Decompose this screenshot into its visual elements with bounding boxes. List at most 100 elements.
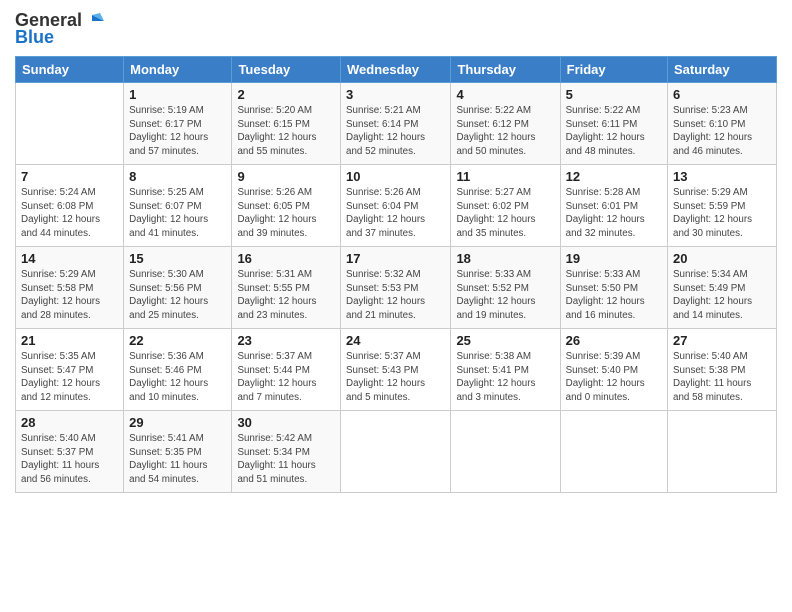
calendar-day-cell: 26 Sunrise: 5:39 AM Sunset: 5:40 PM Dayli… <box>560 329 667 411</box>
day-info: Sunrise: 5:30 AM Sunset: 5:56 PM Dayligh… <box>129 268 226 323</box>
day-of-week-header: Monday <box>124 57 232 83</box>
day-info: Sunrise: 5:29 AM Sunset: 5:59 PM Dayligh… <box>673 186 771 241</box>
day-info: Sunrise: 5:26 AM Sunset: 6:04 PM Dayligh… <box>346 186 445 241</box>
day-number: 18 <box>456 251 554 266</box>
logo-text-block: General Blue <box>15 10 104 48</box>
calendar-week-row: 14 Sunrise: 5:29 AM Sunset: 5:58 PM Dayli… <box>16 247 777 329</box>
main-container: General Blue SundayMondayTuesdayWednesda… <box>0 0 792 503</box>
day-number: 7 <box>21 169 118 184</box>
day-of-week-header: Tuesday <box>232 57 341 83</box>
logo: General Blue <box>15 10 104 48</box>
calendar-day-cell: 4Sunrise: 5:22 AM Sunset: 6:12 PM Daylig… <box>451 83 560 165</box>
day-info: Sunrise: 5:25 AM Sunset: 6:07 PM Dayligh… <box>129 186 226 241</box>
day-number: 27 <box>673 333 771 348</box>
day-info: Sunrise: 5:23 AM Sunset: 6:10 PM Dayligh… <box>673 104 771 159</box>
day-info: Sunrise: 5:26 AM Sunset: 6:05 PM Dayligh… <box>237 186 335 241</box>
day-info: Sunrise: 5:32 AM Sunset: 5:53 PM Dayligh… <box>346 268 445 323</box>
day-info: Sunrise: 5:36 AM Sunset: 5:46 PM Dayligh… <box>129 350 226 405</box>
day-info: Sunrise: 5:37 AM Sunset: 5:43 PM Dayligh… <box>346 350 445 405</box>
day-of-week-header: Sunday <box>16 57 124 83</box>
day-info: Sunrise: 5:33 AM Sunset: 5:50 PM Dayligh… <box>566 268 662 323</box>
day-number: 20 <box>673 251 771 266</box>
day-number: 10 <box>346 169 445 184</box>
calendar-day-cell: 14 Sunrise: 5:29 AM Sunset: 5:58 PM Dayli… <box>16 247 124 329</box>
day-info: Sunrise: 5:22 AM Sunset: 6:11 PM Dayligh… <box>566 104 662 159</box>
calendar-day-cell: 6Sunrise: 5:23 AM Sunset: 6:10 PM Daylig… <box>668 83 777 165</box>
calendar-day-cell: 7 Sunrise: 5:24 AM Sunset: 6:08 PM Daylig… <box>16 165 124 247</box>
calendar-week-row: 21 Sunrise: 5:35 AM Sunset: 5:47 PM Dayli… <box>16 329 777 411</box>
calendar-day-cell: 8 Sunrise: 5:25 AM Sunset: 6:07 PM Daylig… <box>124 165 232 247</box>
day-number: 17 <box>346 251 445 266</box>
day-info: Sunrise: 5:21 AM Sunset: 6:14 PM Dayligh… <box>346 104 445 159</box>
calendar-table: SundayMondayTuesdayWednesdayThursdayFrid… <box>15 56 777 493</box>
calendar-day-cell: 15 Sunrise: 5:30 AM Sunset: 5:56 PM Dayli… <box>124 247 232 329</box>
day-number: 24 <box>346 333 445 348</box>
header: General Blue <box>15 10 777 48</box>
day-info: Sunrise: 5:42 AM Sunset: 5:34 PM Dayligh… <box>237 432 335 487</box>
calendar-day-cell: 10 Sunrise: 5:26 AM Sunset: 6:04 PM Dayli… <box>341 165 451 247</box>
calendar-week-row: 7 Sunrise: 5:24 AM Sunset: 6:08 PM Daylig… <box>16 165 777 247</box>
day-number: 23 <box>237 333 335 348</box>
calendar-day-cell: 9 Sunrise: 5:26 AM Sunset: 6:05 PM Daylig… <box>232 165 341 247</box>
logo-blue: Blue <box>15 27 54 48</box>
calendar-day-cell: 24 Sunrise: 5:37 AM Sunset: 5:43 PM Dayli… <box>341 329 451 411</box>
day-info: Sunrise: 5:40 AM Sunset: 5:38 PM Dayligh… <box>673 350 771 405</box>
calendar-day-cell: 19 Sunrise: 5:33 AM Sunset: 5:50 PM Dayli… <box>560 247 667 329</box>
calendar-day-cell: 12 Sunrise: 5:28 AM Sunset: 6:01 PM Dayli… <box>560 165 667 247</box>
day-number: 28 <box>21 415 118 430</box>
day-info: Sunrise: 5:28 AM Sunset: 6:01 PM Dayligh… <box>566 186 662 241</box>
day-info: Sunrise: 5:34 AM Sunset: 5:49 PM Dayligh… <box>673 268 771 323</box>
day-number: 1 <box>129 87 226 102</box>
calendar-day-cell: 21 Sunrise: 5:35 AM Sunset: 5:47 PM Dayli… <box>16 329 124 411</box>
day-info: Sunrise: 5:19 AM Sunset: 6:17 PM Dayligh… <box>129 104 226 159</box>
day-number: 19 <box>566 251 662 266</box>
day-number: 3 <box>346 87 445 102</box>
day-number: 4 <box>456 87 554 102</box>
calendar-day-cell: 30 Sunrise: 5:42 AM Sunset: 5:34 PM Dayli… <box>232 411 341 493</box>
day-number: 14 <box>21 251 118 266</box>
day-number: 22 <box>129 333 226 348</box>
day-number: 9 <box>237 169 335 184</box>
calendar-day-cell: 29 Sunrise: 5:41 AM Sunset: 5:35 PM Dayli… <box>124 411 232 493</box>
calendar-day-cell: 20 Sunrise: 5:34 AM Sunset: 5:49 PM Dayli… <box>668 247 777 329</box>
day-info: Sunrise: 5:24 AM Sunset: 6:08 PM Dayligh… <box>21 186 118 241</box>
day-number: 16 <box>237 251 335 266</box>
day-number: 30 <box>237 415 335 430</box>
calendar-week-row: 28 Sunrise: 5:40 AM Sunset: 5:37 PM Dayli… <box>16 411 777 493</box>
day-number: 21 <box>21 333 118 348</box>
calendar-day-cell: 25Sunrise: 5:38 AM Sunset: 5:41 PM Dayli… <box>451 329 560 411</box>
day-info: Sunrise: 5:39 AM Sunset: 5:40 PM Dayligh… <box>566 350 662 405</box>
calendar-day-cell <box>341 411 451 493</box>
calendar-day-cell <box>560 411 667 493</box>
day-number: 25 <box>456 333 554 348</box>
day-number: 12 <box>566 169 662 184</box>
day-info: Sunrise: 5:20 AM Sunset: 6:15 PM Dayligh… <box>237 104 335 159</box>
calendar-day-cell <box>451 411 560 493</box>
day-info: Sunrise: 5:29 AM Sunset: 5:58 PM Dayligh… <box>21 268 118 323</box>
day-of-week-header: Wednesday <box>341 57 451 83</box>
calendar-week-row: 1 Sunrise: 5:19 AM Sunset: 6:17 PM Daylig… <box>16 83 777 165</box>
day-info: Sunrise: 5:41 AM Sunset: 5:35 PM Dayligh… <box>129 432 226 487</box>
day-number: 29 <box>129 415 226 430</box>
day-number: 8 <box>129 169 226 184</box>
calendar-day-cell: 17 Sunrise: 5:32 AM Sunset: 5:53 PM Dayli… <box>341 247 451 329</box>
calendar-header-row: SundayMondayTuesdayWednesdayThursdayFrid… <box>16 57 777 83</box>
day-info: Sunrise: 5:33 AM Sunset: 5:52 PM Dayligh… <box>456 268 554 323</box>
day-number: 26 <box>566 333 662 348</box>
day-number: 2 <box>237 87 335 102</box>
calendar-day-cell: 5 Sunrise: 5:22 AM Sunset: 6:11 PM Daylig… <box>560 83 667 165</box>
calendar-day-cell: 1 Sunrise: 5:19 AM Sunset: 6:17 PM Daylig… <box>124 83 232 165</box>
day-info: Sunrise: 5:31 AM Sunset: 5:55 PM Dayligh… <box>237 268 335 323</box>
day-number: 13 <box>673 169 771 184</box>
day-number: 5 <box>566 87 662 102</box>
day-of-week-header: Saturday <box>668 57 777 83</box>
day-info: Sunrise: 5:40 AM Sunset: 5:37 PM Dayligh… <box>21 432 118 487</box>
day-number: 15 <box>129 251 226 266</box>
day-of-week-header: Friday <box>560 57 667 83</box>
calendar-day-cell: 11Sunrise: 5:27 AM Sunset: 6:02 PM Dayli… <box>451 165 560 247</box>
calendar-day-cell <box>16 83 124 165</box>
calendar-day-cell: 28 Sunrise: 5:40 AM Sunset: 5:37 PM Dayli… <box>16 411 124 493</box>
day-info: Sunrise: 5:35 AM Sunset: 5:47 PM Dayligh… <box>21 350 118 405</box>
day-of-week-header: Thursday <box>451 57 560 83</box>
calendar-day-cell: 23Sunrise: 5:37 AM Sunset: 5:44 PM Dayli… <box>232 329 341 411</box>
